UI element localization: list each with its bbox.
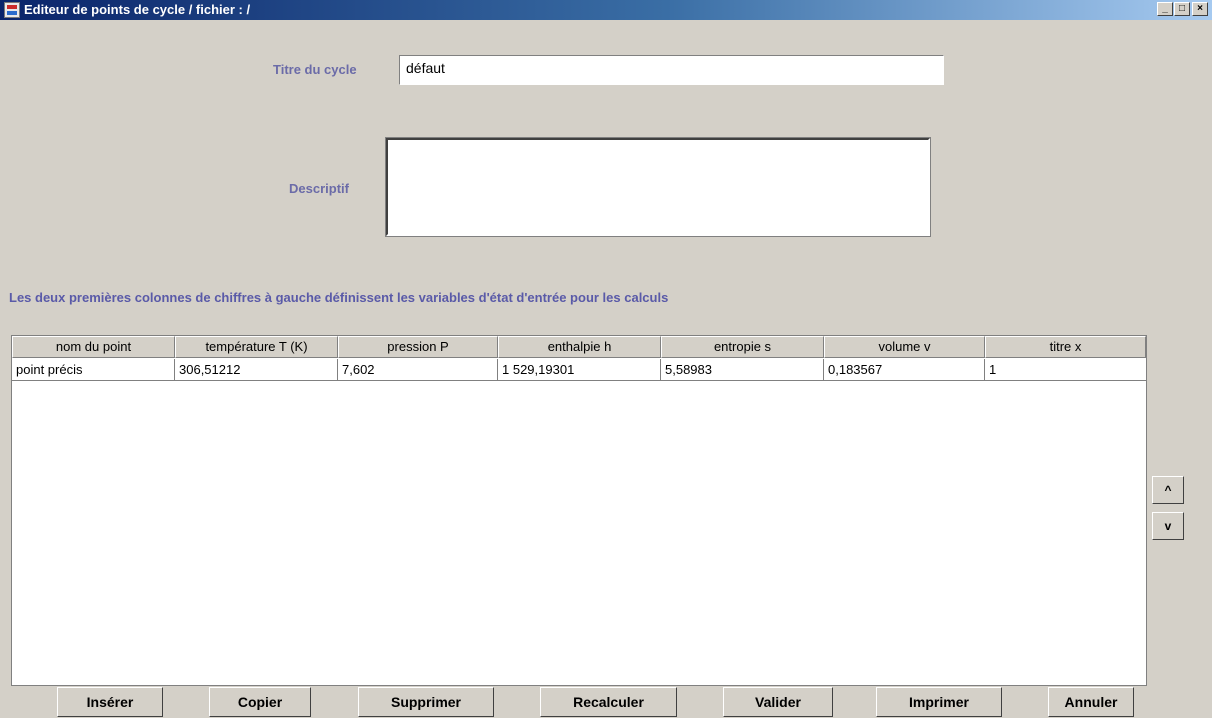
app-icon[interactable] bbox=[4, 2, 20, 18]
copy-button[interactable]: Copier bbox=[209, 687, 311, 717]
recalculate-button[interactable]: Recalculer bbox=[540, 687, 677, 717]
title-bar: Editeur de points de cycle / fichier : /… bbox=[0, 0, 1212, 20]
column-header-volume[interactable]: volume v bbox=[824, 336, 985, 358]
close-button[interactable]: × bbox=[1192, 2, 1208, 16]
print-button[interactable]: Imprimer bbox=[876, 687, 1002, 717]
cell-name[interactable]: point précis bbox=[12, 359, 175, 381]
column-header-entropy[interactable]: entropie s bbox=[661, 336, 824, 358]
column-header-pressure[interactable]: pression P bbox=[338, 336, 498, 358]
minimize-button[interactable]: _ bbox=[1157, 2, 1173, 16]
points-table: nom du point température T (K) pression … bbox=[11, 335, 1147, 686]
window-title: Editeur de points de cycle / fichier : / bbox=[24, 2, 251, 17]
move-up-button[interactable]: ^ bbox=[1152, 476, 1184, 504]
column-header-enthalpy[interactable]: enthalpie h bbox=[498, 336, 661, 358]
move-down-button[interactable]: v bbox=[1152, 512, 1184, 540]
column-header-title-x[interactable]: titre x bbox=[985, 336, 1146, 358]
maximize-button[interactable]: □ bbox=[1174, 2, 1190, 16]
cell-entropy[interactable]: 5,58983 bbox=[661, 359, 824, 381]
cycle-title-input[interactable]: défaut bbox=[399, 55, 944, 85]
validate-button[interactable]: Valider bbox=[723, 687, 833, 717]
cell-temperature[interactable]: 306,51212 bbox=[175, 359, 338, 381]
cycle-title-label: Titre du cycle bbox=[273, 62, 357, 77]
delete-button[interactable]: Supprimer bbox=[358, 687, 494, 717]
column-header-name[interactable]: nom du point bbox=[12, 336, 175, 358]
table-header: nom du point température T (K) pression … bbox=[12, 336, 1146, 358]
cancel-button[interactable]: Annuler bbox=[1048, 687, 1134, 717]
description-label: Descriptif bbox=[289, 181, 349, 196]
description-textarea[interactable] bbox=[385, 137, 931, 237]
insert-button[interactable]: Insérer bbox=[57, 687, 163, 717]
info-text: Les deux premières colonnes de chiffres … bbox=[9, 290, 669, 305]
cell-enthalpy[interactable]: 1 529,19301 bbox=[498, 359, 661, 381]
cell-volume[interactable]: 0,183567 bbox=[824, 359, 985, 381]
cell-pressure[interactable]: 7,602 bbox=[338, 359, 498, 381]
column-header-temperature[interactable]: température T (K) bbox=[175, 336, 338, 358]
cell-title-x[interactable]: 1 bbox=[985, 359, 1146, 381]
table-row[interactable]: point précis 306,51212 7,602 1 529,19301… bbox=[12, 359, 1146, 381]
